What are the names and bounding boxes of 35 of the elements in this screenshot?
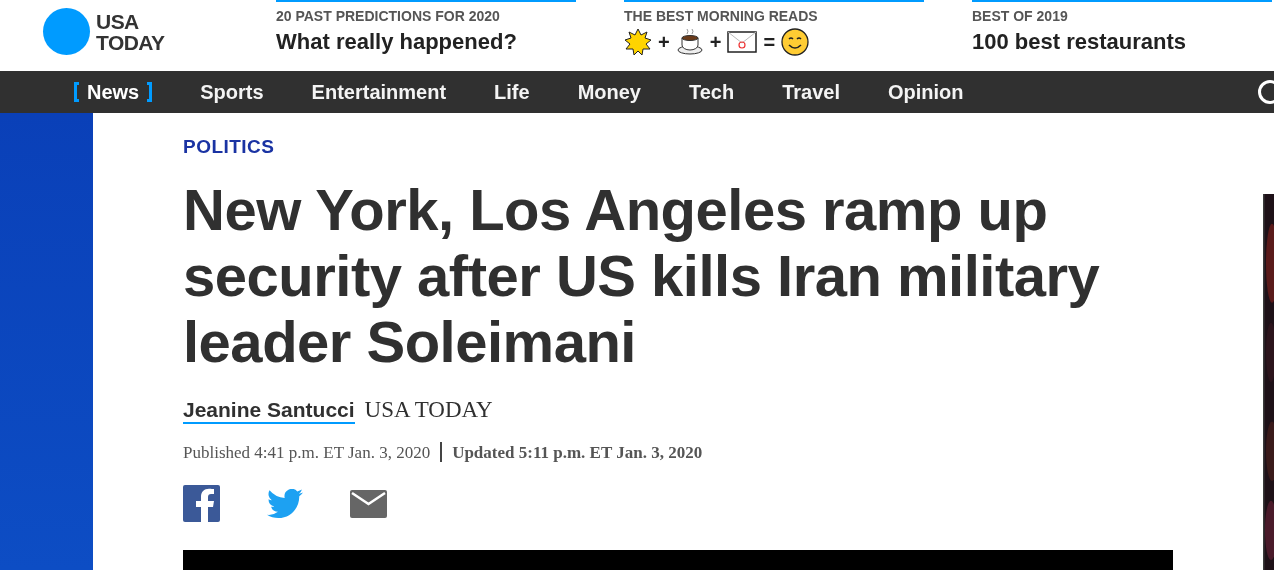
sun-icon (624, 28, 652, 56)
promo-headline: What really happened? (276, 28, 518, 56)
operator-symbol: + (709, 30, 722, 55)
promo-kicker: 20 PAST PREDICTIONS FOR 2020 (276, 8, 501, 24)
nav-tab[interactable]: Entertainment (311, 77, 447, 107)
promo-kicker: BEST OF 2019 (972, 8, 1069, 24)
promo-card[interactable]: 20 PAST PREDICTIONS FOR 2020 What really happened? (276, 0, 576, 56)
coffee-cup-icon (675, 28, 704, 56)
nav-tab[interactable]: Opinion (888, 77, 964, 107)
promo-card[interactable]: THE BEST MORNING READS + + = (624, 0, 924, 56)
author-link[interactable]: Jeanine Santucci (183, 398, 355, 424)
nav-tab[interactable]: Tech (688, 77, 735, 107)
envelope-icon (727, 31, 758, 53)
promo-kicker: THE BEST MORNING READS (624, 8, 819, 24)
promo-headline: 100 best restaurants (972, 28, 1187, 56)
outlet-name: USA TODAY (364, 396, 493, 424)
bracket-icon (74, 82, 79, 102)
smiley-face-icon (781, 28, 810, 56)
operator-symbol: + (658, 30, 670, 55)
bracket-icon (147, 82, 153, 102)
email-icon[interactable] (350, 489, 387, 518)
article-headline: New York, Los Angeles ramp up security after US kills Iran military leader Soleimani (183, 177, 1101, 375)
nav-tab[interactable]: Life (494, 77, 530, 107)
nav-tab[interactable]: Travel (782, 77, 840, 107)
section-label[interactable]: POLITICS (183, 135, 1173, 159)
operator-symbol: = (763, 30, 776, 55)
nav-tab[interactable]: Sports (200, 77, 264, 107)
logo-text[interactable]: USA TODAY (96, 10, 176, 53)
updated-time: Updated 5:11 p.m. ET Jan. 3, 2020 (452, 441, 703, 464)
promo-card[interactable]: BEST OF 2019 100 best restaurants (972, 0, 1272, 56)
facebook-icon[interactable] (183, 485, 220, 522)
bird-icon[interactable] (267, 488, 303, 519)
published-time: Published 4:41 p.m. ET Jan. 3, 2020 (183, 441, 431, 464)
nav-tab[interactable]: Money (577, 77, 641, 107)
nav-tab[interactable]: News (74, 77, 153, 107)
